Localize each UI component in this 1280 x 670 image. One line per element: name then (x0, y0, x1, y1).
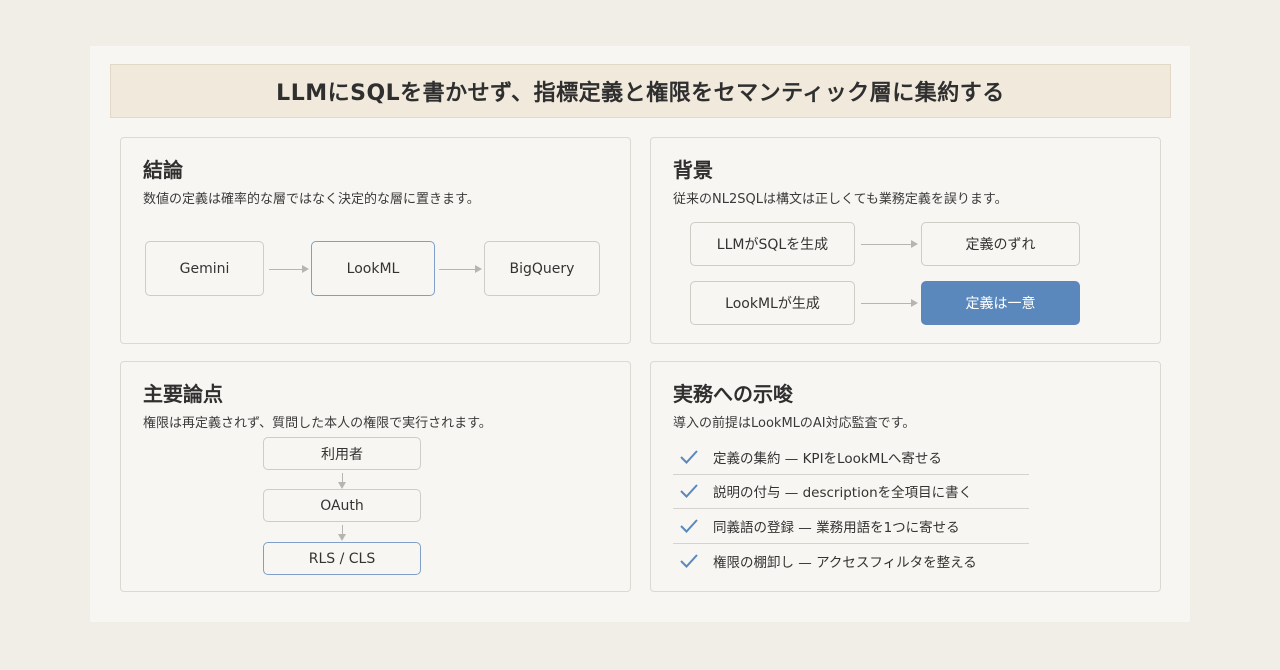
list-item: 同義語の登録 — 業務用語を1つに寄せる (673, 509, 1029, 544)
llm-sql-node: LLMがSQLを生成 (690, 222, 855, 266)
background-subtitle: 従来のNL2SQLは構文は正しくても業務定義を誤ります。 (673, 192, 1008, 207)
diagram-canvas: LLMにSQLを書かせず、指標定義と権限をセマンティック層に集約する 結論 数値… (90, 46, 1190, 622)
list-item-text: 説明の付与 — descriptionを全項目に書く (713, 485, 973, 502)
checkmark-icon (673, 483, 713, 499)
checkmark-icon (673, 518, 713, 534)
flow-node-gemini: Gemini (145, 241, 264, 296)
checkmark-icon (673, 553, 713, 569)
list-item-text: 同義語の登録 — 業務用語を1つに寄せる (713, 519, 960, 536)
key-points-heading: 主要論点 (143, 382, 223, 406)
implications-heading: 実務への示唆 (673, 382, 793, 406)
list-item-text: 定義の集約 — KPIをLookMLへ寄せる (713, 450, 942, 467)
implications-card: 実務への示唆 導入の前提はLookMLのAI対応監査です。 定義の集約 — KP… (650, 361, 1161, 592)
definition-drift-node: 定義のずれ (921, 222, 1080, 266)
key-points-subtitle: 権限は再定義されず、質問した本人の権限で実行されます。 (143, 416, 492, 431)
list-item-text: 権限の棚卸し — アクセスフィルタを整える (713, 554, 977, 571)
list-item: 説明の付与 — descriptionを全項目に書く (673, 475, 1029, 509)
flow-arrow-down (338, 525, 346, 541)
flow-node-bigquery: BigQuery (484, 241, 600, 296)
checkmark-icon (673, 449, 713, 465)
background-card: 背景 従来のNL2SQLは構文は正しくても業務定義を誤ります。 LLMがSQLを… (650, 137, 1161, 344)
flow-arrow (861, 299, 918, 307)
implications-checklist: 定義の集約 — KPIをLookMLへ寄せる 説明の付与 — descripti… (673, 440, 1029, 578)
flow-arrow (861, 240, 918, 248)
list-item: 権限の棚卸し — アクセスフィルタを整える (673, 544, 1029, 579)
list-item: 定義の集約 — KPIをLookMLへ寄せる (673, 440, 1029, 475)
flow-arrow-down (338, 473, 346, 489)
rls-cls-node: RLS / CLS (263, 542, 421, 575)
key-points-card: 主要論点 権限は再定義されず、質問した本人の権限で実行されます。 利用者 OAu… (120, 361, 631, 592)
conclusion-subtitle: 数値の定義は確率的な層ではなく決定的な層に置きます。 (143, 192, 480, 207)
lookml-generates-node: LookMLが生成 (690, 281, 855, 325)
user-node: 利用者 (263, 437, 421, 470)
conclusion-card: 結論 数値の定義は確率的な層ではなく決定的な層に置きます。 Gemini Loo… (120, 137, 631, 344)
oauth-node: OAuth (263, 489, 421, 522)
flow-arrow (439, 265, 482, 273)
conclusion-heading: 結論 (143, 158, 183, 182)
implications-subtitle: 導入の前提はLookMLのAI対応監査です。 (673, 416, 916, 431)
flow-node-lookml: LookML (311, 241, 435, 296)
background-heading: 背景 (673, 158, 713, 182)
page-title: LLMにSQLを書かせず、指標定義と権限をセマンティック層に集約する (110, 64, 1171, 118)
flow-arrow (269, 265, 309, 273)
definition-unique-node: 定義は一意 (921, 281, 1080, 325)
